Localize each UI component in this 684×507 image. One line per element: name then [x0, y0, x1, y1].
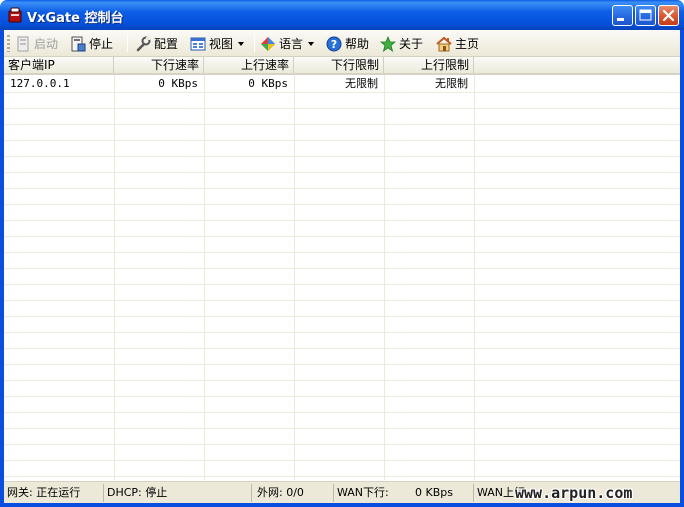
title-bar[interactable]: VxGate 控制台 [0, 0, 684, 30]
status-wan-down-label: WAN下行: [337, 486, 389, 499]
cell-client-ip: 127.0.0.1 [10, 77, 70, 90]
column-gridline [474, 75, 475, 480]
window-frame-bottom [0, 503, 684, 507]
stop-icon [71, 36, 86, 51]
row-gridline [4, 348, 680, 349]
cell-up-rate: 0 KBps [248, 77, 288, 90]
row-gridline [4, 188, 680, 189]
about-button-label: 关于 [399, 37, 424, 51]
row-gridline [4, 428, 680, 429]
column-header-down-limit[interactable]: 下行限制 [294, 57, 384, 73]
stop-button-label: 停止 [89, 37, 114, 51]
help-button[interactable]: ? 帮助 [326, 33, 369, 54]
wrench-icon [136, 36, 151, 51]
chevron-down-icon [308, 41, 315, 46]
toolbar-grip[interactable] [7, 35, 10, 52]
cell-down-rate: 0 KBps [158, 77, 198, 90]
row-gridline [4, 460, 680, 461]
row-gridline [4, 476, 680, 477]
table-row[interactable]: 127.0.0.1 0 KBps 0 KBps 无限制 无限制 [4, 75, 680, 92]
row-gridline [4, 332, 680, 333]
home-button-label: 主页 [455, 37, 480, 51]
row-gridline [4, 140, 680, 141]
row-gridline [4, 412, 680, 413]
column-gridline [114, 75, 115, 480]
row-gridline [4, 220, 680, 221]
config-button-label: 配置 [154, 37, 179, 51]
language-button-label: 语言 [279, 37, 304, 51]
column-gridline [294, 75, 295, 480]
view-button[interactable]: 视图 [190, 33, 245, 54]
close-icon [662, 9, 675, 22]
cell-down-limit: 无限制 [345, 77, 378, 90]
column-gridline [204, 75, 205, 480]
row-gridline [4, 364, 680, 365]
window-title: VxGate 控制台 [27, 11, 124, 26]
help-button-label: 帮助 [345, 37, 370, 51]
column-header-down-rate[interactable]: 下行速率 [114, 57, 204, 73]
row-gridline [4, 300, 680, 301]
close-button[interactable] [658, 5, 679, 26]
maximize-button[interactable] [635, 5, 656, 26]
chevron-down-icon [238, 41, 245, 46]
status-wan-ip: 外网: 0/0 [254, 484, 334, 502]
client-list[interactable]: 127.0.0.1 0 KBps 0 KBps 无限制 无限制 [4, 75, 680, 480]
status-wan-down: WAN下行: 0 KBps [334, 484, 474, 502]
column-header-up-limit[interactable]: 上行限制 [384, 57, 474, 73]
row-gridline [4, 92, 680, 93]
start-button-label: 启动 [34, 37, 59, 51]
row-gridline [4, 268, 680, 269]
cell-up-limit: 无限制 [435, 77, 468, 90]
toolbar-separator [254, 35, 255, 52]
window-frame-right [680, 30, 684, 507]
status-gateway: 网关: 正在运行 [4, 484, 104, 502]
row-gridline [4, 156, 680, 157]
row-gridline [4, 252, 680, 253]
maximize-icon [639, 9, 652, 21]
config-button[interactable]: 配置 [135, 33, 178, 54]
about-button[interactable]: 关于 [380, 33, 423, 54]
column-gridline [384, 75, 385, 480]
view-button-label: 视图 [209, 37, 234, 51]
row-gridline [4, 444, 680, 445]
row-gridline [4, 172, 680, 173]
stop-button[interactable]: 停止 [70, 33, 113, 54]
home-button[interactable]: 主页 [436, 33, 479, 54]
column-header-client-ip[interactable]: 客户端IP [4, 57, 114, 73]
watermark: www.arpun.com [515, 484, 633, 502]
row-gridline [4, 396, 680, 397]
row-gridline [4, 284, 680, 285]
status-wan-down-value: 0 KBps [415, 486, 453, 499]
client-list-header: 客户端IP 下行速率 上行速率 下行限制 上行限制 [4, 57, 680, 75]
toolbar-separator [127, 35, 128, 52]
column-header-up-rate[interactable]: 上行速率 [204, 57, 294, 73]
minimize-button[interactable] [612, 5, 633, 26]
minimize-icon [617, 18, 624, 21]
home-icon [436, 36, 452, 51]
view-icon [190, 37, 206, 50]
row-gridline [4, 204, 680, 205]
row-gridline [4, 380, 680, 381]
status-dhcp: DHCP: 停止 [104, 484, 252, 502]
row-gridline [4, 236, 680, 237]
language-icon [261, 36, 275, 51]
start-icon [17, 36, 29, 51]
start-button[interactable]: 启动 [15, 33, 58, 54]
help-icon: ? [326, 36, 342, 51]
svg-text:?: ? [331, 38, 337, 51]
toolbar: 启动 停止 配置 视图 语言 ? 帮助 关于 主页 [4, 30, 680, 57]
star-icon [380, 35, 396, 52]
app-icon [8, 7, 22, 23]
row-gridline [4, 108, 680, 109]
row-gridline [4, 316, 680, 317]
row-gridline [4, 124, 680, 125]
language-button[interactable]: 语言 [260, 33, 315, 54]
